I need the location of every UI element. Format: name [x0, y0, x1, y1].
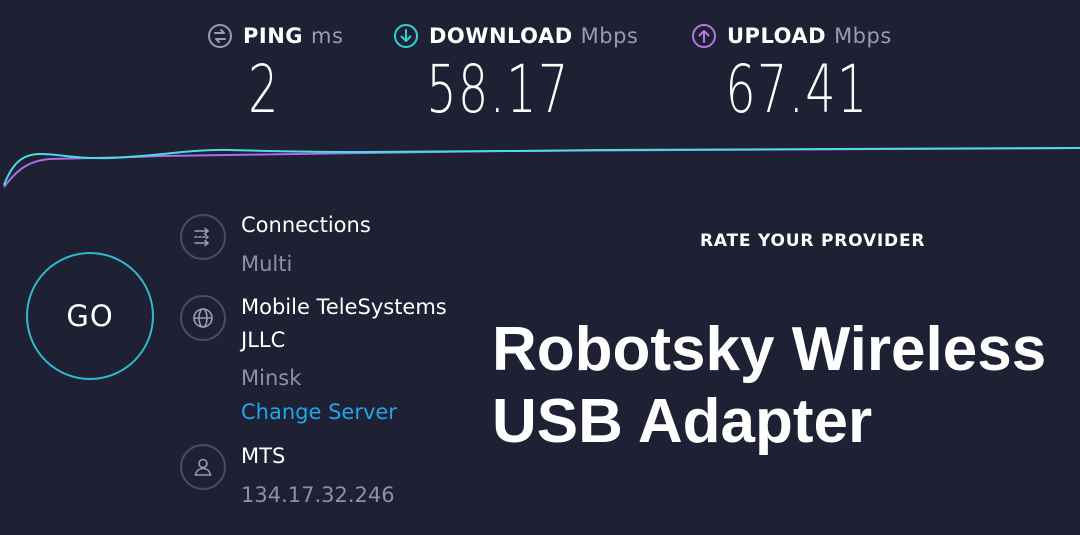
user-icon — [180, 444, 226, 490]
isp-ip-address: 134.17.32.246 — [241, 483, 395, 507]
overlay-caption-line1: Robotsky Wireless — [492, 315, 1047, 384]
overlay-caption-line2: USB Adapter — [492, 387, 873, 456]
ping-header: PING ms — [207, 21, 343, 51]
connections-title: Connections — [241, 213, 371, 237]
upload-header: UPLOAD Mbps — [691, 21, 892, 51]
download-value: 58.17 — [426, 51, 570, 128]
download-speed-line — [3, 147, 1080, 186]
rate-provider-heading: RATE YOUR PROVIDER — [700, 231, 926, 251]
server-name-line2: JLLC — [241, 328, 286, 352]
download-unit: Mbps — [580, 24, 639, 48]
speedtest-panel: PING ms 2 DOWNLOAD Mbps 58.17 UPLOAD Mbp… — [0, 0, 1080, 535]
download-header: DOWNLOAD Mbps — [393, 21, 638, 51]
go-button[interactable]: GO — [26, 252, 154, 380]
isp-name: MTS — [241, 444, 286, 468]
upload-arrow-icon — [691, 23, 717, 49]
server-name: Mobile TeleSystems — [241, 295, 447, 319]
ping-value: 2 — [248, 51, 280, 128]
speed-graph — [3, 147, 1080, 188]
change-server-link[interactable]: Change Server — [241, 400, 397, 424]
ping-icon — [207, 23, 233, 49]
server-city: Minsk — [241, 366, 302, 390]
overlay-caption: Robotsky Wireless USB Adapter — [492, 314, 1046, 458]
upload-label: UPLOAD — [727, 24, 827, 48]
upload-unit: Mbps — [834, 24, 892, 48]
download-arrow-icon — [393, 23, 419, 49]
go-label: GO — [66, 299, 114, 333]
upload-value: 67.41 — [725, 51, 869, 128]
ping-unit: ms — [311, 24, 344, 48]
connections-icon — [180, 214, 226, 260]
ping-label: PING — [243, 24, 304, 48]
download-label: DOWNLOAD — [429, 24, 573, 48]
globe-icon — [180, 295, 226, 341]
connections-value[interactable]: Multi — [241, 252, 292, 276]
